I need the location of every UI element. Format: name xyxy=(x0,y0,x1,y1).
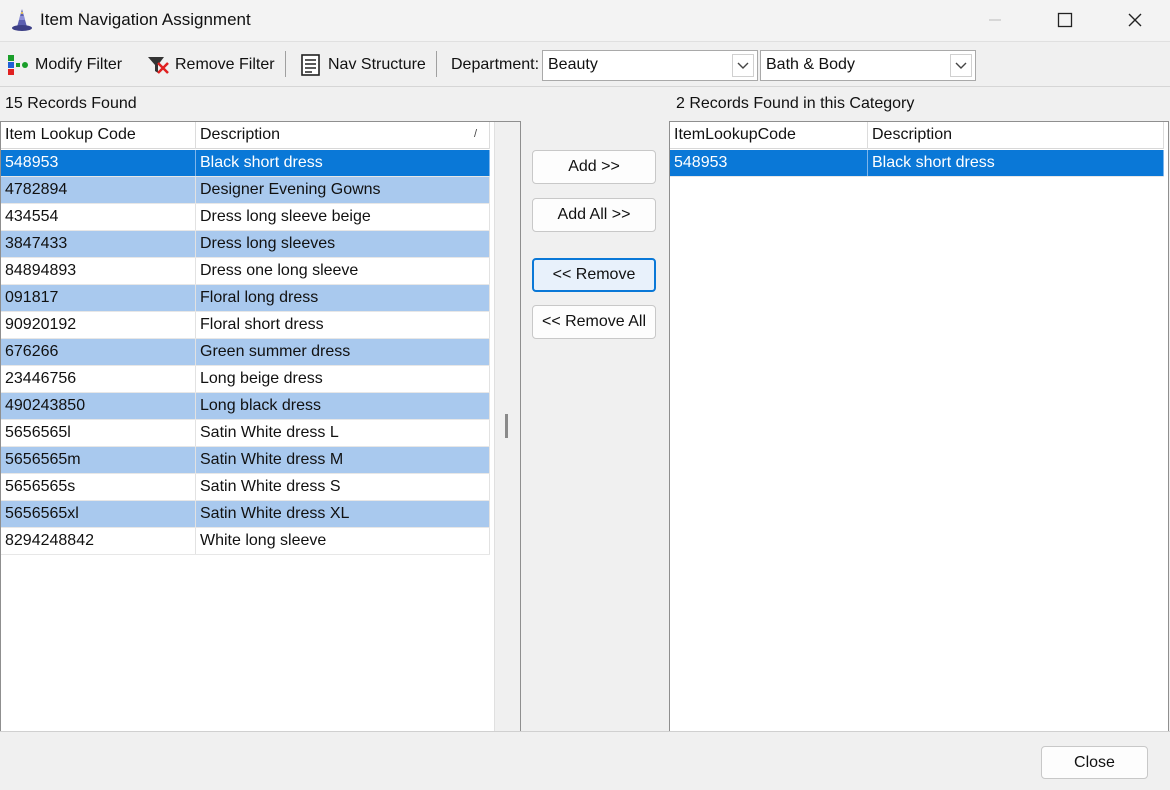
remove-filter-button[interactable]: Remove Filter xyxy=(146,51,275,79)
nav-structure-button[interactable]: Nav Structure xyxy=(299,51,426,79)
add-all-button[interactable]: Add All >> xyxy=(532,198,656,232)
modify-filter-button[interactable]: Modify Filter xyxy=(6,51,122,79)
right-rows: 548953 Black short dress xyxy=(670,150,1164,177)
toolbar: Modify Filter Remove Filter Nav Structur… xyxy=(0,43,1170,87)
maximize-button[interactable] xyxy=(1030,0,1100,40)
description-cell: Satin White dress M xyxy=(196,447,490,473)
description-cell: Long beige dress xyxy=(196,366,490,392)
vertical-scrollbar[interactable] xyxy=(494,122,520,731)
left-rows: 548953 Black short dress 4782894 Designer E… xyxy=(1,150,490,555)
category-value: Bath & Body xyxy=(766,56,855,73)
toolbar-separator xyxy=(285,51,286,77)
table-row[interactable]: 490243850 Long black dress xyxy=(1,393,490,420)
modify-filter-label: Modify Filter xyxy=(35,56,123,73)
category-select[interactable]: Bath & Body xyxy=(760,50,976,81)
table-row[interactable]: 676266 Green summer dress xyxy=(1,339,490,366)
add-button[interactable]: Add >> xyxy=(532,150,656,184)
column-header-item-lookup-code[interactable]: Item Lookup Code xyxy=(1,122,196,149)
column-header-itemlookupcode[interactable]: ItemLookupCode xyxy=(670,122,868,149)
description-cell: White long sleeve xyxy=(196,528,490,554)
description-cell: Satin White dress XL xyxy=(196,501,490,527)
item-lookup-code-cell: 676266 xyxy=(1,339,196,365)
department-label: Department: xyxy=(451,56,540,73)
item-lookup-code-cell: 5656565s xyxy=(1,474,196,500)
assigned-items-grid[interactable]: ItemLookupCode Description 548953 Black s… xyxy=(669,121,1169,732)
table-row[interactable]: 5656565xl Satin White dress XL xyxy=(1,501,490,528)
table-row[interactable]: 3847433 Dress long sleeves xyxy=(1,231,490,258)
available-items-grid[interactable]: Item Lookup Code Description / 548953 Bla… xyxy=(0,121,521,732)
item-lookup-code-cell: 091817 xyxy=(1,285,196,311)
nav-structure-icon xyxy=(301,54,320,76)
description-cell: Satin White dress S xyxy=(196,474,490,500)
item-lookup-code-cell: 5656565l xyxy=(1,420,196,446)
description-cell: Designer Evening Gowns xyxy=(196,177,490,203)
item-lookup-code-cell: 5656565xl xyxy=(1,501,196,527)
description-cell: Satin White dress L xyxy=(196,420,490,446)
sort-icon: / xyxy=(473,128,477,140)
title-bar: Item Navigation Assignment xyxy=(0,0,1170,42)
left-record-count: 15 Records Found xyxy=(5,95,137,112)
description-cell: Black short dress xyxy=(868,150,1164,176)
modify-filter-icon xyxy=(8,55,28,75)
item-lookup-code-cell: 84894893 xyxy=(1,258,196,284)
grid-header: Item Lookup Code Description / xyxy=(1,122,490,149)
table-row[interactable]: 8294248842 White long sleeve xyxy=(1,528,490,555)
table-row[interactable]: 548953 Black short dress xyxy=(1,150,490,177)
column-header-description[interactable]: Description / xyxy=(196,122,490,149)
chevron-down-icon[interactable] xyxy=(732,54,754,77)
description-cell: Floral long dress xyxy=(196,285,490,311)
table-row[interactable]: 5656565s Satin White dress S xyxy=(1,474,490,501)
item-lookup-code-cell: 90920192 xyxy=(1,312,196,338)
department-select[interactable]: Beauty xyxy=(542,50,758,81)
table-row[interactable]: 5656565l Satin White dress L xyxy=(1,420,490,447)
description-cell: Green summer dress xyxy=(196,339,490,365)
maximize-icon xyxy=(1057,12,1073,28)
item-lookup-code-cell: 548953 xyxy=(670,150,868,176)
column-header-description[interactable]: Description xyxy=(868,122,1164,149)
item-lookup-code-cell: 4782894 xyxy=(1,177,196,203)
grid-header: ItemLookupCode Description xyxy=(670,122,1164,149)
column-header-label: Description xyxy=(200,126,281,143)
description-cell: Long black dress xyxy=(196,393,490,419)
nav-structure-label: Nav Structure xyxy=(328,56,426,73)
scrollbar-thumb[interactable] xyxy=(505,414,508,438)
item-lookup-code-cell: 490243850 xyxy=(1,393,196,419)
item-lookup-code-cell: 548953 xyxy=(1,150,196,176)
toolbar-separator xyxy=(436,51,437,77)
item-lookup-code-cell: 434554 xyxy=(1,204,196,230)
table-row[interactable]: 84894893 Dress one long sleeve xyxy=(1,258,490,285)
wizard-hat-icon xyxy=(12,9,32,31)
table-row[interactable]: 90920192 Floral short dress xyxy=(1,312,490,339)
item-lookup-code-cell: 3847433 xyxy=(1,231,196,257)
item-lookup-code-cell: 5656565m xyxy=(1,447,196,473)
table-row[interactable]: 4782894 Designer Evening Gowns xyxy=(1,177,490,204)
minimize-icon xyxy=(989,19,1001,21)
table-row[interactable]: 548953 Black short dress xyxy=(670,150,1164,177)
remove-filter-label: Remove Filter xyxy=(175,56,275,73)
window-title: Item Navigation Assignment xyxy=(40,10,251,29)
item-lookup-code-cell: 23446756 xyxy=(1,366,196,392)
close-icon xyxy=(1128,13,1142,27)
department-value: Beauty xyxy=(548,56,598,73)
divider xyxy=(0,731,1170,732)
chevron-down-icon[interactable] xyxy=(950,54,972,77)
remove-all-button[interactable]: << Remove All xyxy=(532,305,656,339)
table-row[interactable]: 23446756 Long beige dress xyxy=(1,366,490,393)
minimize-button[interactable] xyxy=(960,0,1030,40)
close-window-button[interactable] xyxy=(1100,0,1170,40)
right-record-count: 2 Records Found in this Category xyxy=(676,95,915,112)
description-cell: Black short dress xyxy=(196,150,490,176)
remove-filter-icon xyxy=(148,57,169,74)
item-lookup-code-cell: 8294248842 xyxy=(1,528,196,554)
remove-button[interactable]: << Remove xyxy=(532,258,656,292)
description-cell: Floral short dress xyxy=(196,312,490,338)
close-button[interactable]: Close xyxy=(1041,746,1148,779)
description-cell: Dress one long sleeve xyxy=(196,258,490,284)
table-row[interactable]: 434554 Dress long sleeve beige xyxy=(1,204,490,231)
table-row[interactable]: 5656565m Satin White dress M xyxy=(1,447,490,474)
table-row[interactable]: 091817 Floral long dress xyxy=(1,285,490,312)
description-cell: Dress long sleeve beige xyxy=(196,204,490,230)
description-cell: Dress long sleeves xyxy=(196,231,490,257)
